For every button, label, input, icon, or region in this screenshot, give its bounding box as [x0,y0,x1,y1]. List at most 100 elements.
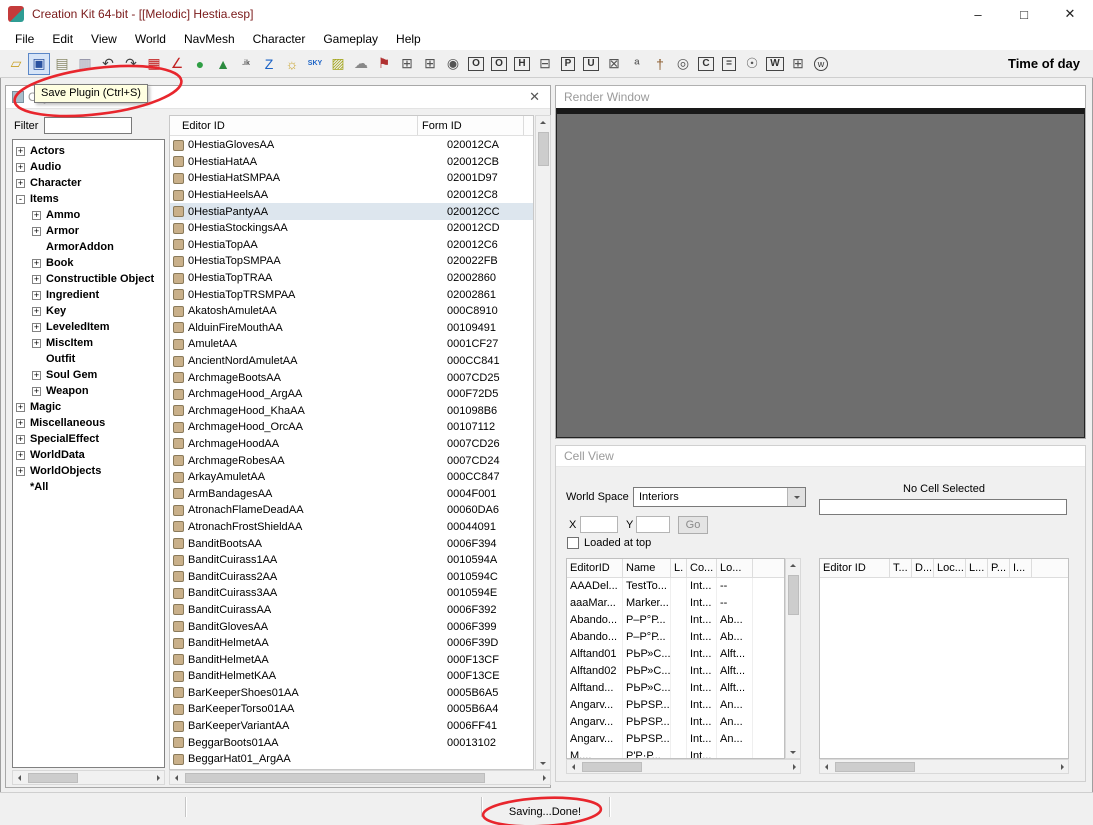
refs-column-header[interactable]: Loc... [934,559,966,577]
refs-horizontal-scrollbar[interactable] [819,759,1069,774]
object-list-row[interactable]: BarKeeperShoes01AA 0005B6A5 [170,685,533,702]
tree-item[interactable]: + Book [13,255,164,271]
circle-dot-icon[interactable]: ☉ [741,53,763,75]
object-list-row[interactable]: 0HestiaPantyAA 020012CC [170,203,533,220]
object-list-row[interactable]: BanditCuirass2AA 0010594C [170,568,533,585]
tree-expander-icon[interactable]: + [16,163,25,172]
column-header-form-id[interactable]: Form ID [418,116,524,135]
title-bar[interactable]: Creation Kit 64-bit - [[Melodic] Hestia.… [0,0,1093,28]
tree-expander-icon[interactable]: + [32,275,41,284]
tree-item[interactable]: + Ammo [13,207,164,223]
sword-icon[interactable]: † [649,53,671,75]
object-list-row[interactable]: ArchmageHood_OrcAA 00107112 [170,419,533,436]
tree-item[interactable]: + MiscItem [13,335,164,351]
TestTo...[interactable]: AAADel... TestTo... Int... -- [567,578,784,595]
object-list-row[interactable]: BeggarBoots01AA 00013102 [170,734,533,751]
go-button[interactable]: Go [678,516,708,534]
РЬР»С...[interactable]: Alftand02 РЬР»С... Int... Alft... [567,663,784,680]
box-eq-icon[interactable]: = [718,53,740,75]
preferences-icon[interactable]: ▤ [51,53,73,75]
menu-item[interactable]: NavMesh [175,30,244,48]
tree-item[interactable]: + Character [13,175,164,191]
object-list-row[interactable]: 0HestiaTopTRAA 02002860 [170,270,533,287]
cells-column-header[interactable]: Name [623,559,671,577]
scroll-left-icon[interactable] [567,760,580,773]
Р–Р°Р...[interactable]: Abando... Р–Р°Р... Int... Ab... [567,629,784,646]
box-c-icon[interactable]: C [695,53,717,75]
tree-item[interactable]: + Actors [13,143,164,159]
refs-column-header[interactable]: T... [890,559,912,577]
tree-item[interactable]: + Audio [13,159,164,175]
scroll-left-icon[interactable] [820,760,833,773]
tree-expander-icon[interactable]: + [32,211,41,220]
box-h-icon[interactable]: H [511,53,533,75]
version-control-icon[interactable]: ▥ [74,53,96,75]
tree-item[interactable]: + Ingredient [13,287,164,303]
object-list-row[interactable]: ArchmageRobesAA 0007CD24 [170,452,533,469]
grass-icon[interactable]: ▨ [327,53,349,75]
tree-expander-icon[interactable]: + [16,403,25,412]
box-p-icon[interactable]: P [557,53,579,75]
render-viewport[interactable] [556,108,1085,438]
tree-expander-icon[interactable]: + [32,307,41,316]
object-list-row[interactable]: AlduinFireMouthAA 00109491 [170,320,533,337]
minimize-button[interactable]: – [955,0,1001,28]
object-list-row[interactable]: BarKeeperTorso01AA 0005B6A4 [170,701,533,718]
tree-expander-icon[interactable]: + [32,387,41,396]
save-icon[interactable]: ▣ [28,53,50,75]
object-list-row[interactable]: ArchmageBootsAA 0007CD25 [170,369,533,386]
cell-name-input[interactable] [819,499,1067,515]
cells-column-header[interactable]: Lo... [717,559,753,577]
refs-column-header[interactable]: I... [1010,559,1032,577]
tree-item[interactable]: + Miscellaneous [13,415,164,431]
cells-column-header[interactable]: Co... [687,559,717,577]
object-list-row[interactable]: AmuletAA 0001CF27 [170,336,533,353]
scroll-thumb[interactable] [185,773,485,783]
scroll-left-icon[interactable] [13,771,26,784]
tree-item[interactable]: + Key [13,303,164,319]
object-list-row[interactable]: BanditCuirassAA 0006F392 [170,602,533,619]
scroll-right-icon[interactable] [151,771,164,784]
list-horizontal-scrollbar[interactable] [169,770,551,785]
tree-expander-icon[interactable]: + [32,291,41,300]
tree-item[interactable]: - Items [13,191,164,207]
tree-expander-icon[interactable]: + [16,435,25,444]
object-list-row[interactable]: 0HestiaStockingsAA 020012CD [170,220,533,237]
window-icon[interactable]: ⊟ [534,53,556,75]
refs-column-header[interactable]: Editor ID [820,559,890,577]
menu-item[interactable]: World [126,30,175,48]
object-list-row[interactable]: 0HestiaHatSMPAA 02001D97 [170,170,533,187]
cells-column-header[interactable]: EditorID [567,559,623,577]
loaded-at-top-checkbox[interactable] [567,537,579,549]
x-input[interactable] [580,516,618,533]
camera-icon[interactable]: ◎ [672,53,694,75]
object-list-row[interactable]: ArchmageHood_ArgAA 000F72D5 [170,386,533,403]
РЬР»С...[interactable]: Alftand01 РЬР»С... Int... Alft... [567,646,784,663]
object-list-row[interactable]: BanditHelmetAA 000F13CF [170,651,533,668]
Р'Р·Р...[interactable]: M.... Р'Р·Р... Int... [567,748,784,759]
open-icon[interactable]: ▱ [5,53,27,75]
window2-icon[interactable]: ⊞ [787,53,809,75]
world-space-dropdown[interactable]: Interiors [633,487,806,507]
РЬРЅР...[interactable]: Angarv... РЬРЅР... Int... An... [567,731,784,748]
object-window-close-icon[interactable]: ✕ [525,89,544,105]
ik-icon[interactable]: .ik [235,53,257,75]
tree-item[interactable]: ArmorAddon [13,239,164,255]
scroll-thumb[interactable] [788,575,799,615]
tree-expander-icon[interactable]: + [16,147,25,156]
scroll-right-icon[interactable] [1055,760,1068,773]
РЬР»С...[interactable]: Alftand... РЬР»С... Int... Alft... [567,680,784,697]
object-list-row[interactable]: BanditHelmetKAA 000F13CE [170,668,533,685]
link-icon[interactable]: ª [626,53,648,75]
box-o-icon[interactable]: O [465,53,487,75]
refs-column-header[interactable]: P... [988,559,1010,577]
redo-icon[interactable]: ↷ [120,53,142,75]
cell-window-icon[interactable]: ⊞ [396,53,418,75]
object-list-row[interactable]: 0HestiaTopTRSMPAA 02002861 [170,286,533,303]
tree-expander-icon[interactable]: - [16,195,25,204]
menu-item[interactable]: View [82,30,126,48]
sky-icon[interactable]: SKY [304,53,326,75]
object-list-row[interactable]: ArmBandagesAA 0004F001 [170,485,533,502]
tree-item[interactable]: *All [13,479,164,495]
menu-item[interactable]: Help [387,30,430,48]
